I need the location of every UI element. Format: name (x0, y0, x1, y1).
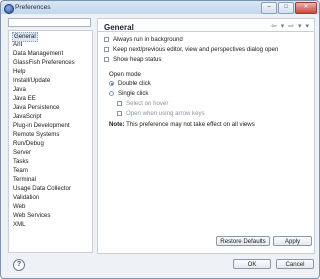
ok-button[interactable]: OK (233, 259, 271, 269)
tree-item-data-management[interactable]: Data Management (13, 50, 63, 58)
checkbox-box[interactable] (104, 57, 109, 62)
tree-item-usage-data-collector[interactable]: Usage Data Collector (13, 185, 71, 193)
close-button[interactable]: ✕ (295, 2, 317, 14)
tree-item-plug-in-development[interactable]: Plug-in Development (13, 122, 70, 130)
tree-item-web[interactable]: Web (13, 203, 25, 211)
tree-item-java[interactable]: Java (13, 86, 26, 94)
tree-item-xml[interactable]: XML (13, 221, 26, 229)
open-mode-label: Open mode (109, 71, 141, 78)
tree-item-ant[interactable]: Ant (13, 41, 22, 49)
tree-item-help[interactable]: Help (13, 68, 26, 76)
tree-item-java-ee[interactable]: Java EE (13, 95, 36, 103)
checkbox-label: Select on hover (126, 100, 169, 107)
checkbox-label: Open when using arrow keys (126, 110, 205, 117)
checkbox-label: Always run in background (113, 36, 183, 43)
tree-item-glassfish-preferences[interactable]: GlassFish Preferences (13, 59, 75, 67)
checkbox-box[interactable] (104, 47, 109, 52)
tree-item-team[interactable]: Team (13, 167, 28, 175)
preferences-window: Preferences – □ ✕ General Ant Data Manag… (0, 0, 320, 279)
apply-button[interactable]: Apply (273, 236, 312, 246)
maximize-button[interactable]: □ (278, 2, 294, 14)
radio-label: Single click (118, 90, 149, 97)
radio-button[interactable] (109, 91, 114, 96)
tree-item-web-services[interactable]: Web Services (13, 212, 50, 220)
title-bar[interactable]: Preferences – □ ✕ (1, 1, 319, 15)
note-body: This preference may not take effect on a… (124, 121, 255, 128)
tree-item-validation[interactable]: Validation (13, 194, 39, 202)
tree-item-terminal[interactable]: Terminal (13, 176, 36, 184)
note-text: Note: This preference may not take effec… (109, 121, 255, 128)
checkbox-box[interactable] (117, 111, 122, 116)
checkbox-label: Keep next/previous editor, view and pers… (113, 46, 279, 53)
tree-item-remote-systems[interactable]: Remote Systems (13, 131, 59, 139)
eclipse-icon (4, 4, 14, 14)
radio-label: Double click (118, 80, 151, 87)
preference-page: General ⇦ ▾ ⇨ ▾ ▾ Always run in backgrou… (97, 18, 315, 254)
history-navigation[interactable]: ⇦ ▾ ⇨ ▾ ▾ (271, 22, 310, 30)
help-icon[interactable]: ? (13, 259, 25, 271)
radio-button[interactable] (109, 81, 114, 86)
note-label: Note: (109, 121, 125, 128)
divider (98, 31, 314, 32)
tree-item-server[interactable]: Server (13, 149, 31, 157)
tree-item-javascript[interactable]: JavaScript (13, 113, 41, 121)
tree-item-java-persistence[interactable]: Java Persistence (13, 104, 59, 112)
tree-item-run-debug[interactable]: Run/Debug (13, 140, 44, 148)
minimize-button[interactable]: – (261, 2, 277, 14)
checkbox-box[interactable] (117, 101, 122, 106)
tree-item-install-update[interactable]: Install/Update (13, 77, 50, 85)
filter-input[interactable] (8, 18, 91, 27)
tree-item-tasks[interactable]: Tasks (13, 158, 29, 166)
checkbox-box[interactable] (104, 37, 109, 42)
restore-defaults-button[interactable]: Restore Defaults (216, 236, 270, 246)
cancel-button[interactable]: Cancel (276, 259, 314, 269)
checkbox-label: Show heap status (113, 56, 162, 63)
window-title: Preferences (15, 4, 51, 11)
preferences-tree[interactable]: General Ant Data Management GlassFish Pr… (8, 30, 93, 253)
window-controls: – □ ✕ (261, 2, 317, 14)
